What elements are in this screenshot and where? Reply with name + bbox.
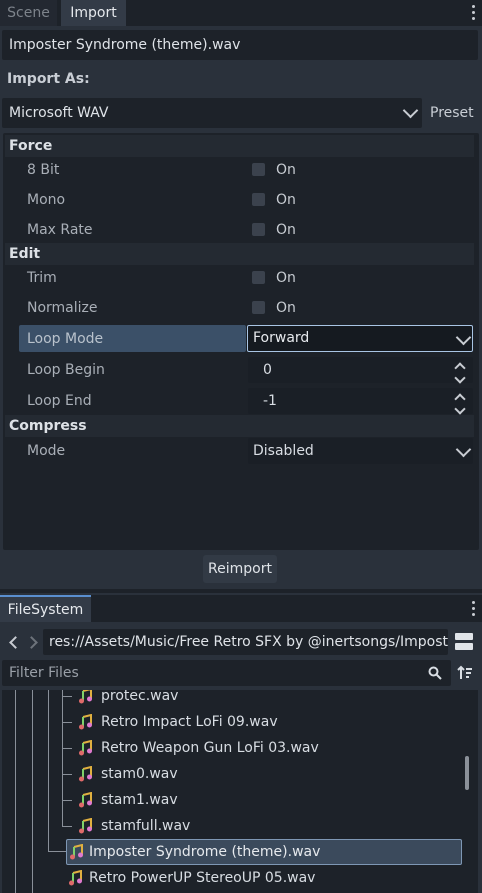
tree-guide-line xyxy=(62,690,63,827)
file-item[interactable]: Retro Weapon Gun LoFi 03.wav xyxy=(78,735,458,761)
file-item[interactable]: protec.wav xyxy=(78,690,458,709)
audio-file-icon xyxy=(69,870,82,886)
audio-file-icon xyxy=(79,740,92,756)
tree-guide-line xyxy=(48,690,49,852)
compress-mode-select[interactable]: Disabled xyxy=(248,438,473,464)
section-edit[interactable]: Edit xyxy=(5,243,474,265)
search-icon xyxy=(428,666,442,680)
filter-files-input[interactable]: Filter Files xyxy=(2,660,451,686)
filesystem-tab-bar xyxy=(91,595,482,622)
spin-arrows-icon[interactable] xyxy=(454,393,466,415)
preset-button[interactable]: Preset xyxy=(430,98,474,128)
file-item-name: stam1.wav xyxy=(101,792,178,808)
audio-file-icon xyxy=(70,844,83,860)
file-item[interactable]: Retro Impact LoFi 09.wav xyxy=(78,709,458,735)
section-force[interactable]: Force xyxy=(5,135,474,157)
import-as-label: Import As: xyxy=(7,71,90,87)
loop-mode-select[interactable]: Forward xyxy=(247,325,473,352)
file-item[interactable]: Retro PowerUP StereoUP 05.wav xyxy=(66,865,462,891)
audio-file-icon xyxy=(79,818,92,834)
tree-guide-line xyxy=(15,690,16,893)
tree-guide-line xyxy=(62,722,72,723)
audio-file-icon xyxy=(79,766,92,782)
tree-guide-line xyxy=(62,826,72,827)
importer-select[interactable]: Microsoft WAV xyxy=(2,98,422,128)
file-item-name: protec.wav xyxy=(101,690,179,704)
filesystem-menu-icon[interactable] xyxy=(472,601,476,619)
prop-max-rate-label: Max Rate xyxy=(27,222,93,238)
dock-menu-icon[interactable] xyxy=(472,5,476,23)
prop-mono-checkbox[interactable] xyxy=(252,193,265,206)
file-item[interactable]: stam0.wav xyxy=(78,761,458,787)
loop-mode-value: Forward xyxy=(253,330,310,346)
prop-loop-begin-label: Loop Begin xyxy=(27,362,105,378)
file-item-name: stamfull.wav xyxy=(101,818,191,834)
audio-file-icon xyxy=(79,690,92,704)
tree-scrollbar[interactable] xyxy=(465,756,469,790)
prop-mono-value[interactable]: On xyxy=(276,187,296,213)
audio-file-icon xyxy=(79,714,92,730)
tree-guide-line xyxy=(62,696,72,697)
loop-begin-spinbox[interactable] xyxy=(248,357,473,383)
prop-8bit-value[interactable]: On xyxy=(276,157,296,183)
tab-scene[interactable]: Scene xyxy=(0,0,57,26)
tree-guide-line xyxy=(62,800,72,801)
prop-normalize-value[interactable]: On xyxy=(276,295,296,321)
file-item-name: Retro PowerUP StereoUP 05.wav xyxy=(89,870,316,886)
spin-arrows-icon[interactable] xyxy=(454,362,466,384)
prop-loop-mode-label: Loop Mode xyxy=(27,331,104,347)
file-item[interactable]: stam1.wav xyxy=(78,787,458,813)
tree-guide-line xyxy=(48,851,66,852)
path-field[interactable]: res://Assets/Music/Free Retro SFX by @in… xyxy=(43,629,448,655)
tree-guide-line xyxy=(62,774,72,775)
file-item-name: Retro Impact LoFi 09.wav xyxy=(101,714,278,730)
file-item[interactable]: stamfull.wav xyxy=(78,813,458,839)
prop-mode-label: Mode xyxy=(27,443,66,459)
file-item-name: Imposter Syndrome (theme).wav xyxy=(89,844,321,860)
prop-max-rate-checkbox[interactable] xyxy=(252,223,265,236)
prop-loop-end-label: Loop End xyxy=(27,393,92,409)
file-item-name: Retro Weapon Gun LoFi 03.wav xyxy=(101,740,319,756)
file-item-selected[interactable]: Imposter Syndrome (theme).wav xyxy=(66,839,462,865)
prop-trim-label: Trim xyxy=(27,270,57,286)
prop-trim-checkbox[interactable] xyxy=(252,271,265,284)
audio-file-icon xyxy=(79,792,92,808)
tree-guide-line xyxy=(62,748,72,749)
reimport-button[interactable]: Reimport xyxy=(203,555,277,583)
prop-mono-label: Mono xyxy=(27,192,66,208)
import-file-name: Imposter Syndrome (theme).wav xyxy=(2,30,478,60)
sort-icon[interactable] xyxy=(457,665,473,681)
prop-8bit-checkbox[interactable] xyxy=(252,163,265,176)
loop-begin-value[interactable]: 0 xyxy=(263,357,272,383)
tab-import[interactable]: Import xyxy=(61,0,126,26)
tab-filesystem[interactable]: FileSystem xyxy=(0,595,91,622)
prop-normalize-label: Normalize xyxy=(27,300,98,316)
loop-end-spinbox[interactable] xyxy=(248,388,473,414)
prop-trim-value[interactable]: On xyxy=(276,265,296,291)
split-view-icon[interactable] xyxy=(455,633,473,651)
file-item-name: stam0.wav xyxy=(101,766,178,782)
prop-normalize-checkbox[interactable] xyxy=(252,301,265,314)
importer-value: Microsoft WAV xyxy=(9,105,109,121)
prop-max-rate-value[interactable]: On xyxy=(276,217,296,243)
prop-8bit-label: 8 Bit xyxy=(27,162,60,178)
compress-mode-value: Disabled xyxy=(253,443,314,459)
section-compress[interactable]: Compress xyxy=(5,415,474,437)
tree-guide-line xyxy=(32,690,33,893)
file-tree: protec.wav Retro Impact LoFi 09.wav Retr… xyxy=(2,690,478,893)
loop-end-value[interactable]: -1 xyxy=(263,388,277,414)
